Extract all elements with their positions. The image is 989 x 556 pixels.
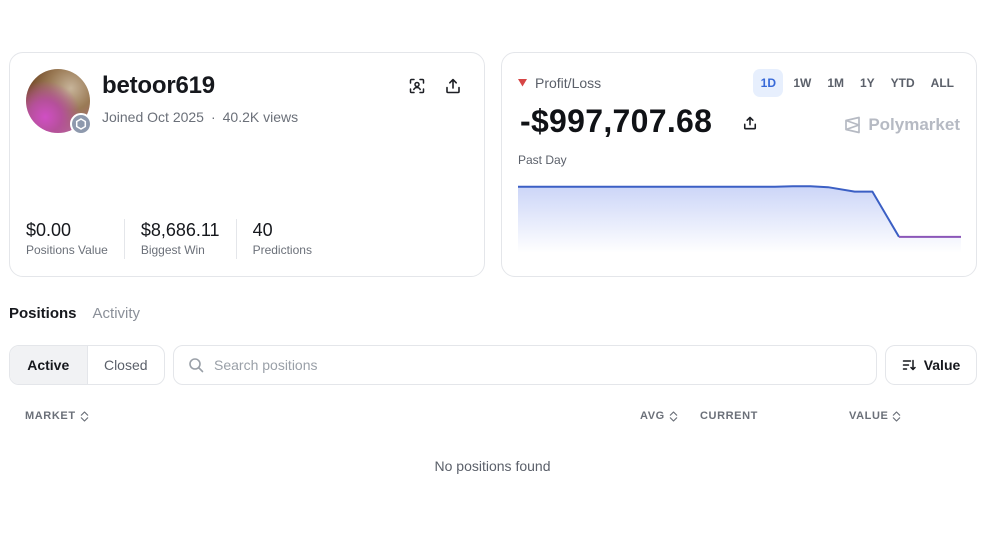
- pnl-header: Profit/Loss: [518, 75, 601, 91]
- profile-card: betoor619 Joined Oct 2025 · 40.2K views $0…: [9, 52, 485, 277]
- filter-active[interactable]: Active: [10, 346, 88, 384]
- column-header-label: AVG: [640, 410, 665, 422]
- joined-date: Joined Oct 2025: [102, 109, 204, 125]
- sort-button[interactable]: Value: [885, 345, 977, 385]
- range-selector: 1D 1W 1M 1Y YTD ALL: [749, 69, 960, 97]
- range-1m[interactable]: 1M: [821, 69, 850, 97]
- share-icon[interactable]: [738, 111, 762, 135]
- stat-positions-value: $0.00 Positions Value: [26, 219, 125, 259]
- pnl-chart: [518, 185, 961, 253]
- pnl-title: Profit/Loss: [535, 75, 602, 91]
- sort-arrows-icon: [893, 410, 901, 422]
- column-header-label: MARKET: [25, 410, 76, 422]
- column-header-label: CURRENT: [700, 410, 758, 422]
- pnl-area: [518, 186, 961, 253]
- search-input[interactable]: [214, 357, 854, 373]
- pnl-card: Profit/Loss 1D 1W 1M 1Y YTD ALL -$997,70…: [501, 52, 977, 277]
- column-header-market[interactable]: MARKET: [25, 410, 89, 422]
- range-1d[interactable]: 1D: [753, 69, 784, 97]
- scan-icon[interactable]: [405, 74, 429, 98]
- position-filter: Active Closed: [9, 345, 165, 385]
- stat-label: Predictions: [252, 243, 312, 257]
- polymarket-brand: Polymarket: [844, 115, 960, 135]
- stat-value: $0.00: [26, 220, 72, 240]
- stat-label: Biggest Win: [140, 243, 205, 257]
- loss-triangle-icon: [518, 79, 527, 87]
- search-icon: [189, 358, 204, 373]
- range-1w[interactable]: 1W: [787, 69, 817, 97]
- profile-tabs: Positions Activity: [9, 305, 156, 322]
- stat-predictions: 40 Predictions: [253, 219, 328, 259]
- sort-arrows-icon: [80, 410, 89, 422]
- separator-dot: ·: [210, 109, 216, 125]
- profile-stats: $0.00 Positions Value $8,686.11 Biggest …: [26, 219, 344, 259]
- column-header-current: CURRENT: [700, 410, 758, 422]
- pnl-value: -$997,707.68: [520, 103, 713, 139]
- column-header-label: VALUE: [849, 410, 889, 422]
- tab-activity[interactable]: Activity: [93, 305, 141, 322]
- share-icon[interactable]: [441, 74, 465, 98]
- column-header-avg[interactable]: AVG: [640, 410, 678, 422]
- polymarket-logo-icon: [845, 116, 861, 134]
- empty-state: No positions found: [434, 458, 551, 474]
- stat-value: 40: [252, 220, 273, 240]
- tab-positions[interactable]: Positions: [9, 305, 77, 322]
- stat-value: $8,686.11: [140, 220, 220, 240]
- sort-icon: [902, 359, 916, 371]
- verified-badge-icon: [70, 113, 92, 135]
- profile-meta: Joined Oct 2025 · 40.2K views: [102, 109, 298, 125]
- column-header-value[interactable]: VALUE: [849, 410, 901, 422]
- period-label: Past Day: [518, 153, 567, 167]
- range-all[interactable]: ALL: [925, 69, 960, 97]
- sort-label: Value: [923, 357, 961, 373]
- brand-name: Polymarket: [868, 115, 960, 134]
- username: betoor619: [102, 72, 215, 99]
- views-count: 40.2K views: [222, 109, 299, 125]
- sort-arrows-icon: [669, 410, 678, 422]
- stat-biggest-win: $8,686.11 Biggest Win: [141, 219, 237, 259]
- filter-closed[interactable]: Closed: [88, 346, 165, 384]
- range-ytd[interactable]: YTD: [885, 69, 921, 97]
- range-1y[interactable]: 1Y: [854, 69, 881, 97]
- stat-label: Positions Value: [26, 243, 108, 257]
- search-box: [173, 345, 877, 385]
